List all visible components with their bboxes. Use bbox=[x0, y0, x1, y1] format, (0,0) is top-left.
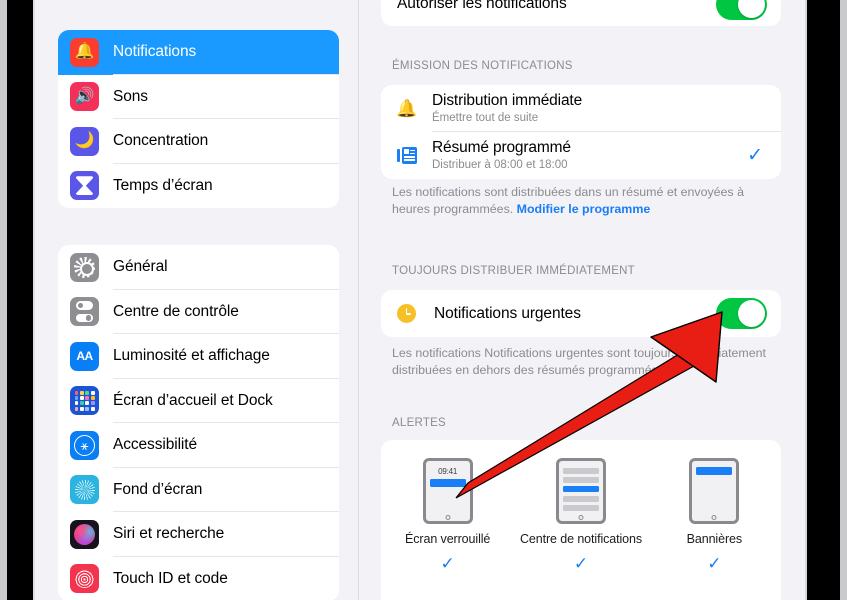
toggle-knob bbox=[738, 0, 765, 18]
delivery-option-title: Distribution immédiate bbox=[432, 91, 583, 109]
sidebar-item-label: Temps d’écran bbox=[113, 176, 213, 194]
checkmark-icon: ✓ bbox=[707, 553, 722, 573]
urgent-footnote: Les notifications Notifications urgentes… bbox=[392, 346, 766, 377]
alert-option-label: Écran verrouillé bbox=[405, 532, 491, 546]
sidebar-item-home-screen-dock[interactable]: Écran d’accueil et Dock bbox=[58, 378, 339, 423]
sidebar-item-label: Luminosité et affichage bbox=[113, 347, 270, 365]
allow-notifications-label: Autoriser les notifications bbox=[397, 0, 567, 12]
siri-orb-icon bbox=[70, 519, 99, 549]
delivery-section-header: ÉMISSION DES NOTIFICATIONS bbox=[392, 60, 573, 72]
edit-schedule-link[interactable]: Modifier le programme bbox=[517, 202, 651, 216]
delivery-option-immediate[interactable]: 🔔 Distribution immédiate Émettre tout de… bbox=[381, 85, 781, 132]
toggles-icon bbox=[70, 297, 99, 327]
accessibility-icon: ⚹ bbox=[70, 430, 99, 460]
delivery-option-subtitle: Distribuer à 08:00 et 18:00 bbox=[432, 158, 568, 171]
sidebar-item-display-brightness[interactable]: AA Luminosité et affichage bbox=[58, 334, 339, 379]
sidebar-item-touch-id-passcode[interactable]: Touch ID et code bbox=[58, 556, 339, 600]
notifications-detail-panel: Autoriser les notifications ÉMISSION DES… bbox=[359, 0, 805, 600]
aa-icon: AA bbox=[70, 341, 99, 371]
delivery-option-subtitle: Émettre tout de suite bbox=[432, 111, 539, 124]
urgent-section-header: TOUJOURS DISTRIBUER IMMÉDIATEMENT bbox=[392, 265, 635, 277]
device-bezel-left-edge bbox=[0, 0, 7, 600]
app-grid-icon bbox=[70, 386, 99, 416]
delivery-option-title: Résumé programmé bbox=[432, 138, 571, 156]
sidebar-item-label: Touch ID et code bbox=[113, 569, 228, 587]
alerts-section-header: ALERTES bbox=[392, 417, 446, 429]
device-bezel-right-edge bbox=[840, 0, 847, 600]
allow-notifications-toggle[interactable] bbox=[716, 0, 767, 20]
moon-icon: 🌙 bbox=[70, 126, 99, 156]
urgent-notifications-row[interactable]: Notifications urgentes bbox=[381, 290, 781, 337]
urgent-notifications-toggle[interactable] bbox=[716, 298, 767, 329]
sidebar-item-focus[interactable]: 🌙 Concentration bbox=[58, 119, 339, 164]
allow-notifications-row[interactable]: Autoriser les notifications bbox=[381, 0, 781, 26]
sidebar-item-label: Sons bbox=[113, 87, 148, 105]
alert-option-lock-screen[interactable]: 09:41 Écran verrouillé ✓ bbox=[381, 458, 514, 572]
checkmark-icon: ✓ bbox=[573, 553, 589, 573]
delivery-options-card: 🔔 Distribution immédiate Émettre tout de… bbox=[381, 85, 781, 179]
device-bezel-right bbox=[807, 0, 840, 600]
lock-screen-preview-icon: 09:41 bbox=[422, 458, 473, 524]
checkmark-icon: ✓ bbox=[440, 553, 455, 573]
sidebar-group-2: Général Centre de contrôle AA Luminosité… bbox=[58, 245, 339, 600]
settings-sidebar: 🔔 Notifications 🔊 Sons 🌙 Concentration T… bbox=[35, 0, 358, 600]
speaker-icon: 🔊 bbox=[70, 82, 99, 112]
alert-option-notification-center[interactable]: Centre de notifications ✓ bbox=[514, 458, 647, 572]
sidebar-item-control-center[interactable]: Centre de contrôle bbox=[58, 289, 339, 334]
urgent-notifications-card: Notifications urgentes bbox=[381, 290, 781, 337]
sidebar-item-accessibility[interactable]: ⚹ Accessibilité bbox=[58, 423, 339, 468]
sidebar-item-label: Concentration bbox=[113, 132, 209, 150]
checkmark-icon: ✓ bbox=[747, 145, 763, 166]
sidebar-item-label: Siri et recherche bbox=[113, 525, 225, 543]
delivery-option-scheduled-summary[interactable]: Résumé programmé Distribuer à 08:00 et 1… bbox=[381, 132, 781, 179]
banner-preview-icon bbox=[689, 458, 740, 524]
sidebar-item-label: Écran d’accueil et Dock bbox=[113, 391, 273, 409]
urgent-notifications-label: Notifications urgentes bbox=[434, 304, 581, 322]
toggle-knob bbox=[738, 300, 765, 327]
ipad-screen: 🔔 Notifications 🔊 Sons 🌙 Concentration T… bbox=[35, 0, 805, 600]
bell-icon: 🔔 bbox=[396, 99, 418, 118]
sidebar-group-1: 🔔 Notifications 🔊 Sons 🌙 Concentration T… bbox=[58, 30, 339, 208]
alerts-options-grid: 09:41 Écran verrouillé ✓ Centre de notif… bbox=[381, 440, 781, 572]
delivery-footnote: Les notifications sont distribuées dans … bbox=[392, 184, 778, 217]
device-bezel-left bbox=[7, 0, 33, 600]
alert-option-banners[interactable]: Bannières ✓ bbox=[648, 458, 781, 572]
gear-icon bbox=[70, 252, 99, 282]
notification-center-preview-icon bbox=[555, 458, 606, 524]
alert-option-label: Centre de notifications bbox=[519, 532, 643, 546]
alerts-styles-card: 09:41 Écran verrouillé ✓ Centre de notif… bbox=[381, 440, 781, 600]
sidebar-item-notifications[interactable]: 🔔 Notifications bbox=[58, 30, 339, 75]
preview-clock-label: 09:41 bbox=[438, 467, 458, 476]
sidebar-item-sounds[interactable]: 🔊 Sons bbox=[58, 74, 339, 119]
sidebar-item-label: Général bbox=[113, 258, 168, 276]
sidebar-item-label: Fond d’écran bbox=[113, 480, 203, 498]
sidebar-item-screen-time[interactable]: Temps d’écran bbox=[58, 163, 339, 208]
sidebar-item-general[interactable]: Général bbox=[58, 245, 339, 290]
fingerprint-icon bbox=[70, 564, 99, 594]
ipad-settings-screenshot: 🔔 Notifications 🔊 Sons 🌙 Concentration T… bbox=[0, 0, 847, 600]
hourglass-icon bbox=[70, 171, 99, 201]
clock-icon bbox=[397, 304, 416, 323]
summary-icon bbox=[395, 147, 419, 164]
alert-option-label: Bannières bbox=[686, 532, 743, 546]
wallpaper-icon bbox=[70, 475, 99, 505]
sidebar-item-label: Centre de contrôle bbox=[113, 302, 239, 320]
allow-notifications-card: Autoriser les notifications bbox=[381, 0, 781, 26]
sidebar-item-label: Accessibilité bbox=[113, 436, 197, 454]
sidebar-item-label: Notifications bbox=[113, 43, 197, 61]
sidebar-item-wallpaper[interactable]: Fond d’écran bbox=[58, 467, 339, 512]
sidebar-item-siri-search[interactable]: Siri et recherche bbox=[58, 512, 339, 557]
bell-icon: 🔔 bbox=[70, 37, 99, 67]
